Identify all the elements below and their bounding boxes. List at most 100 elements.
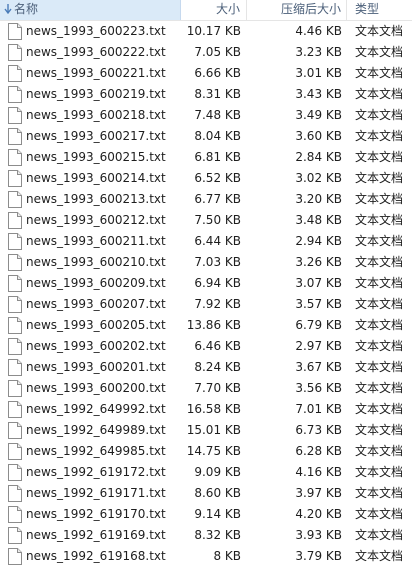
file-type: 文本文档: [355, 402, 404, 416]
file-row[interactable]: news_1993_600222.txt 7.05 KB 3.23 KB 文本文档: [0, 42, 412, 63]
text-file-icon: [8, 548, 22, 565]
column-header-size[interactable]: 大小: [181, 0, 247, 20]
file-row[interactable]: news_1993_600218.txt 7.48 KB 3.49 KB 文本文档: [0, 105, 412, 126]
file-compressed-size: 3.01 KB: [295, 66, 342, 80]
text-file-icon: [8, 44, 22, 61]
file-compressed-size: 3.43 KB: [295, 87, 342, 101]
column-header-compressed-size-label: 压缩后大小: [280, 2, 341, 16]
file-row[interactable]: news_1993_600202.txt 6.46 KB 2.97 KB 文本文档: [0, 336, 412, 357]
file-name: news_1993_600209.txt: [26, 276, 166, 290]
file-row[interactable]: news_1993_600221.txt 6.66 KB 3.01 KB 文本文档: [0, 63, 412, 84]
file-row[interactable]: news_1992_649989.txt 15.01 KB 6.73 KB 文本文档: [0, 420, 412, 441]
file-row[interactable]: news_1992_649992.txt 16.58 KB 7.01 KB 文本文档: [0, 399, 412, 420]
file-row[interactable]: news_1993_600209.txt 6.94 KB 3.07 KB 文本文档: [0, 273, 412, 294]
file-type: 文本文档: [355, 87, 404, 101]
sort-arrow-down-icon: [4, 4, 12, 14]
file-name: news_1992_619169.txt: [26, 528, 166, 542]
file-compressed-size: 3.26 KB: [295, 255, 342, 269]
file-type: 文本文档: [355, 360, 404, 374]
file-rows: news_1993_600223.txt 10.17 KB 4.46 KB 文本文档 n…: [0, 21, 412, 565]
file-compressed-size: 3.57 KB: [295, 297, 342, 311]
text-file-icon: [8, 317, 22, 334]
file-type: 文本文档: [355, 297, 404, 311]
file-size: 15.01 KB: [186, 423, 241, 437]
file-type: 文本文档: [355, 171, 404, 185]
file-row[interactable]: news_1992_619168.txt 8 KB 3.79 KB 文本文档: [0, 546, 412, 565]
file-size: 7.92 KB: [194, 297, 241, 311]
file-row[interactable]: news_1993_600213.txt 6.77 KB 3.20 KB 文本文档: [0, 189, 412, 210]
file-row[interactable]: news_1993_600201.txt 8.24 KB 3.67 KB 文本文档: [0, 357, 412, 378]
file-row[interactable]: news_1993_600215.txt 6.81 KB 2.84 KB 文本文档: [0, 147, 412, 168]
file-compressed-size: 3.56 KB: [295, 381, 342, 395]
file-type: 文本文档: [355, 528, 404, 542]
file-type: 文本文档: [355, 444, 404, 458]
file-size: 10.17 KB: [186, 24, 241, 38]
file-row[interactable]: news_1993_600211.txt 6.44 KB 2.94 KB 文本文档: [0, 231, 412, 252]
text-file-icon: [8, 233, 22, 250]
file-size: 8.24 KB: [194, 360, 241, 374]
file-size: 8 KB: [213, 549, 241, 563]
file-compressed-size: 3.93 KB: [295, 528, 342, 542]
file-compressed-size: 6.73 KB: [295, 423, 342, 437]
file-row[interactable]: news_1992_619172.txt 9.09 KB 4.16 KB 文本文档: [0, 462, 412, 483]
file-name: news_1992_649989.txt: [26, 423, 166, 437]
text-file-icon: [8, 359, 22, 376]
file-row[interactable]: news_1993_600217.txt 8.04 KB 3.60 KB 文本文档: [0, 126, 412, 147]
file-row[interactable]: news_1993_600223.txt 10.17 KB 4.46 KB 文本文档: [0, 21, 412, 42]
file-size: 8.31 KB: [194, 87, 241, 101]
column-header-name-label: 名称: [14, 2, 39, 16]
file-row[interactable]: news_1993_600210.txt 7.03 KB 3.26 KB 文本文档: [0, 252, 412, 273]
file-compressed-size: 6.28 KB: [295, 444, 342, 458]
file-name: news_1993_600212.txt: [26, 213, 166, 227]
file-row[interactable]: news_1992_649985.txt 14.75 KB 6.28 KB 文本文档: [0, 441, 412, 462]
file-size: 9.09 KB: [194, 465, 241, 479]
text-file-icon: [8, 380, 22, 397]
file-compressed-size: 4.46 KB: [295, 24, 342, 38]
file-row[interactable]: news_1992_619169.txt 8.32 KB 3.93 KB 文本文档: [0, 525, 412, 546]
file-row[interactable]: news_1993_600205.txt 13.86 KB 6.79 KB 文本文档: [0, 315, 412, 336]
column-header-type-label: 类型: [355, 2, 380, 16]
file-name: news_1992_619172.txt: [26, 465, 166, 479]
file-type: 文本文档: [355, 150, 404, 164]
file-type: 文本文档: [355, 45, 404, 59]
text-file-icon: [8, 506, 22, 523]
text-file-icon: [8, 86, 22, 103]
file-name: news_1992_619171.txt: [26, 486, 166, 500]
text-file-icon: [8, 254, 22, 271]
file-type: 文本文档: [355, 339, 404, 353]
text-file-icon: [8, 149, 22, 166]
file-row[interactable]: news_1993_600212.txt 7.50 KB 3.48 KB 文本文档: [0, 210, 412, 231]
column-header-name[interactable]: 名称: [0, 0, 181, 20]
file-row[interactable]: news_1993_600214.txt 6.52 KB 3.02 KB 文本文档: [0, 168, 412, 189]
file-list-view: 名称 大小 压缩后大小 类型 news_1993_600223.txt 10.17…: [0, 0, 412, 565]
file-compressed-size: 3.79 KB: [295, 549, 342, 563]
text-file-icon: [8, 23, 22, 40]
file-row[interactable]: news_1993_600200.txt 7.70 KB 3.56 KB 文本文档: [0, 378, 412, 399]
file-name: news_1993_600215.txt: [26, 150, 166, 164]
file-compressed-size: 3.20 KB: [295, 192, 342, 206]
column-header-type[interactable]: 类型: [347, 0, 412, 20]
file-compressed-size: 3.23 KB: [295, 45, 342, 59]
text-file-icon: [8, 170, 22, 187]
file-compressed-size: 2.84 KB: [295, 150, 342, 164]
file-type: 文本文档: [355, 66, 404, 80]
file-type: 文本文档: [355, 549, 404, 563]
file-compressed-size: 4.16 KB: [295, 465, 342, 479]
file-type: 文本文档: [355, 381, 404, 395]
file-size: 14.75 KB: [186, 444, 241, 458]
column-header-compressed-size[interactable]: 压缩后大小: [247, 0, 347, 20]
file-row[interactable]: news_1992_619170.txt 9.14 KB 4.20 KB 文本文档: [0, 504, 412, 525]
file-name: news_1993_600223.txt: [26, 24, 166, 38]
file-size: 6.46 KB: [194, 339, 241, 353]
text-file-icon: [8, 296, 22, 313]
file-name: news_1993_600221.txt: [26, 66, 166, 80]
file-type: 文本文档: [355, 108, 404, 122]
text-file-icon: [8, 275, 22, 292]
file-row[interactable]: news_1993_600207.txt 7.92 KB 3.57 KB 文本文档: [0, 294, 412, 315]
file-name: news_1993_600213.txt: [26, 192, 166, 206]
file-size: 8.32 KB: [194, 528, 241, 542]
file-name: news_1993_600202.txt: [26, 339, 166, 353]
file-row[interactable]: news_1993_600219.txt 8.31 KB 3.43 KB 文本文档: [0, 84, 412, 105]
text-file-icon: [8, 422, 22, 439]
file-row[interactable]: news_1992_619171.txt 8.60 KB 3.97 KB 文本文档: [0, 483, 412, 504]
